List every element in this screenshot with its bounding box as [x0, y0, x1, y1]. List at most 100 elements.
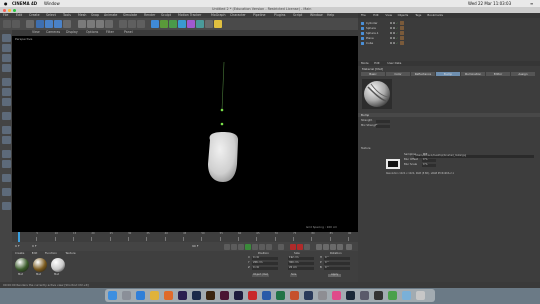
move-tool-icon[interactable]	[36, 19, 44, 28]
texture-mode-icon[interactable]	[1, 54, 11, 62]
rotate-tool-icon[interactable]	[54, 19, 62, 28]
visibility-dot[interactable]	[390, 37, 392, 39]
menu-simulate[interactable]: Simulate	[123, 13, 137, 17]
next-key-icon[interactable]	[259, 243, 265, 250]
visibility-dot[interactable]	[390, 42, 392, 44]
attr-tab-basic[interactable]: Basic	[361, 72, 385, 76]
premiere-icon[interactable]	[178, 290, 187, 300]
prev-key-icon[interactable]	[231, 243, 237, 250]
material-ball[interactable]	[33, 258, 47, 272]
locked-workplane-icon[interactable]	[1, 174, 11, 182]
object-row[interactable]: Plane ✓	[358, 36, 540, 41]
unity-icon[interactable]	[374, 290, 383, 300]
rotation-key-icon[interactable]	[330, 243, 336, 250]
enabled-check[interactable]: ✓	[396, 22, 398, 25]
rotation-p-field[interactable]: 0 °	[324, 261, 350, 265]
mac-app-name[interactable]: CINEMA 4D	[12, 1, 37, 6]
render-dot[interactable]	[393, 32, 395, 34]
object-menu-tags[interactable]: Tags	[415, 14, 421, 17]
timeline-ruler[interactable]: 051015202530354045505560657075808590	[12, 232, 358, 242]
deformer-icon[interactable]	[187, 19, 195, 28]
zoom-window-button[interactable]	[13, 8, 16, 12]
attr-menu-user-data[interactable]: User Data	[387, 62, 401, 65]
close-window-button[interactable]	[3, 8, 6, 12]
timeline-playhead[interactable]	[18, 232, 20, 242]
menu-plugins[interactable]: Plugins	[274, 13, 285, 17]
apple-icon[interactable]: ●	[4, 1, 8, 6]
menu-script[interactable]: Script	[293, 13, 302, 17]
menu-edit[interactable]: Edit	[16, 13, 22, 17]
goto-end-icon[interactable]	[266, 243, 272, 250]
menu-animate[interactable]: Animate	[104, 13, 117, 17]
viewport-menu-view[interactable]: View	[32, 30, 40, 34]
size-z-field[interactable]: 20 cm	[288, 266, 314, 270]
enabled-check[interactable]: ✓	[396, 42, 398, 45]
rotation-h-field[interactable]: 0 °	[324, 256, 350, 260]
render-dot[interactable]	[393, 22, 395, 24]
current-frame-field[interactable]: 0 F	[32, 244, 37, 248]
y-axis-lock-icon[interactable]	[87, 19, 95, 28]
solo-icon[interactable]	[1, 202, 11, 210]
material-tag[interactable]	[400, 41, 404, 45]
render-picture-viewer-icon[interactable]	[128, 19, 136, 28]
menu-sculpt[interactable]: Sculpt	[161, 13, 171, 17]
workplane-icon[interactable]	[1, 64, 11, 72]
attr-tab-illumination[interactable]: Illumination	[461, 72, 485, 76]
menu-character[interactable]: Character	[230, 13, 246, 17]
object-row[interactable]: Sphere.1 ✓	[358, 31, 540, 36]
itunes-icon[interactable]	[332, 290, 341, 300]
make-editable-icon[interactable]	[1, 34, 11, 42]
material-menu-create[interactable]: Create	[15, 252, 24, 255]
material-tag[interactable]	[400, 36, 404, 40]
object-row[interactable]: Sphere ✓	[358, 26, 540, 31]
object-menu-view[interactable]: View	[385, 14, 392, 17]
world-coords-icon[interactable]	[105, 19, 113, 28]
prop-field-blur-scale[interactable]: 0 %	[422, 163, 436, 167]
quicktime-icon[interactable]	[360, 290, 369, 300]
visibility-dot[interactable]	[390, 22, 392, 24]
parameter-key-icon[interactable]	[337, 243, 343, 250]
position-y-field[interactable]: 206 cm	[252, 261, 278, 265]
material-tag[interactable]	[400, 26, 404, 30]
firefox-icon[interactable]	[164, 290, 173, 300]
cube-primitive-icon[interactable]	[151, 19, 159, 28]
menu-snap[interactable]: Snap	[91, 13, 99, 17]
menu-mesh[interactable]: Mesh	[78, 13, 86, 17]
redo-icon[interactable]	[12, 19, 20, 28]
polygons-mode-icon[interactable]	[1, 98, 11, 106]
render-dot[interactable]	[393, 27, 395, 29]
viewport-menu-panel[interactable]: Panel	[124, 30, 133, 34]
visibility-dot[interactable]	[390, 27, 392, 29]
object-menu-edit[interactable]: Edit	[373, 14, 378, 17]
illustrator-icon[interactable]	[206, 290, 215, 300]
viewport-menu-options[interactable]: Options	[86, 30, 98, 34]
prop-field-strength[interactable]	[376, 119, 390, 123]
material-ball[interactable]	[51, 258, 65, 272]
menu-render[interactable]: Render	[144, 13, 155, 17]
photoshop-icon[interactable]	[192, 290, 201, 300]
menu-file[interactable]: File	[3, 13, 8, 17]
material-ball[interactable]	[15, 258, 29, 272]
tweak-mode-icon[interactable]	[1, 126, 11, 134]
enabled-check[interactable]: ✓	[396, 27, 398, 30]
finder-icon[interactable]	[108, 290, 117, 300]
viewport-menu-filter[interactable]: Filter	[106, 30, 114, 34]
powerpoint-icon[interactable]	[290, 290, 299, 300]
maps-icon[interactable]	[388, 290, 397, 300]
planar-workplane-icon[interactable]	[1, 188, 11, 196]
recent-tools-icon[interactable]	[63, 19, 71, 28]
material-tag[interactable]	[400, 31, 404, 35]
mac-window-menu[interactable]: Window	[44, 1, 60, 6]
mac-clock[interactable]: Wed 22 Mar 11:03:03	[468, 1, 511, 6]
object-row[interactable]: Cube ✓	[358, 41, 540, 46]
attr-tab-editor[interactable]: Editor	[486, 72, 510, 76]
launchpad-icon[interactable]	[122, 290, 131, 300]
enabled-check[interactable]: ✓	[396, 37, 398, 40]
position-z-field[interactable]: 0 cm	[252, 266, 278, 270]
render-view-icon[interactable]	[119, 19, 127, 28]
subdivision-icon[interactable]	[169, 19, 177, 28]
position-key-icon[interactable]	[316, 243, 322, 250]
menu-motion-tracker[interactable]: Motion Tracker	[178, 13, 201, 17]
points-mode-icon[interactable]	[1, 78, 11, 86]
scale-key-icon[interactable]	[323, 243, 329, 250]
